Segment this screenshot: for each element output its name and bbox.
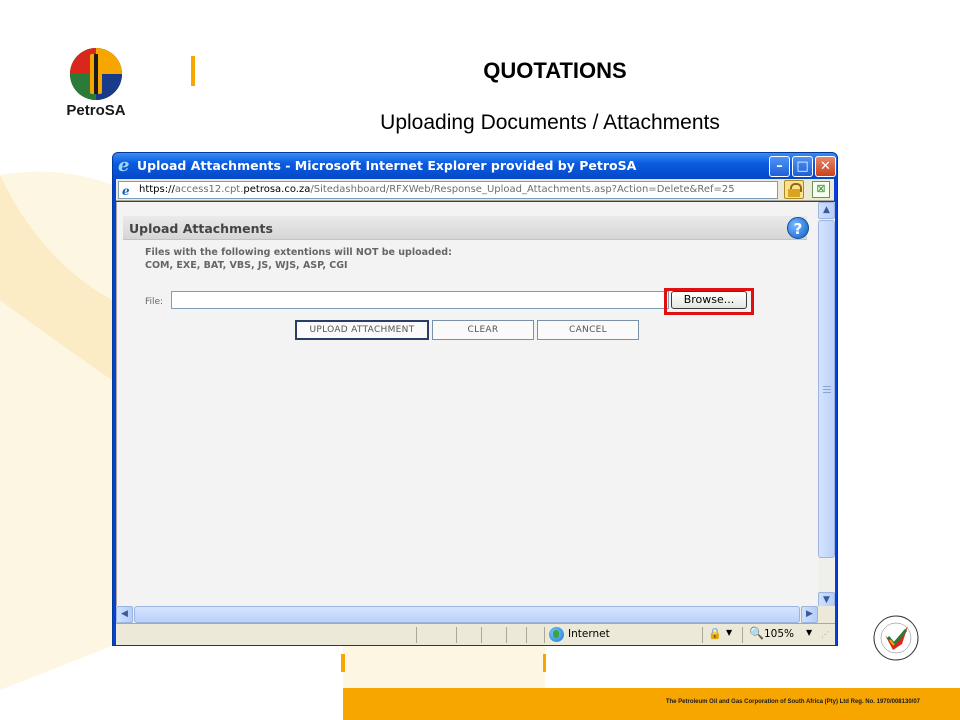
close-button[interactable]: ✕ bbox=[815, 156, 836, 177]
status-bar: Internet 🔒 ▼ 🔍 105% ▼ ⋰ bbox=[116, 623, 835, 645]
window-title: Upload Attachments - Microsoft Internet … bbox=[137, 158, 637, 173]
scroll-left-button[interactable]: ◀ bbox=[116, 606, 133, 623]
chevron-down-icon[interactable]: ▼ bbox=[726, 628, 732, 637]
zoom-chevron-down-icon[interactable]: ▼ bbox=[806, 628, 812, 637]
clear-button[interactable]: CLEAR bbox=[432, 320, 534, 340]
footer-bar: The Petroleum Oil and Gas Corporation of… bbox=[343, 688, 960, 720]
petrosa-logo: PetroSA bbox=[60, 44, 132, 124]
cancel-button[interactable]: CANCEL bbox=[537, 320, 639, 340]
panel-title: Upload Attachments bbox=[129, 221, 273, 236]
compatibility-view-icon[interactable]: ⊠ bbox=[812, 181, 830, 198]
address-bar: e https://access12.cpt.petrosa.co.za/Sit… bbox=[116, 179, 834, 201]
footer-text: The Petroleum Oil and Gas Corporation of… bbox=[665, 699, 920, 705]
address-field[interactable]: e https://access12.cpt.petrosa.co.za/Sit… bbox=[118, 181, 778, 199]
vertical-scrollbar[interactable]: ▲ ▼ bbox=[818, 202, 835, 610]
ie-logo-icon: e bbox=[118, 155, 130, 176]
scroll-up-button[interactable]: ▲ bbox=[818, 202, 835, 219]
accent-bar-bottom-left bbox=[341, 654, 345, 672]
security-zone-label: Internet bbox=[568, 628, 610, 640]
minimize-button[interactable]: – bbox=[769, 156, 790, 177]
file-label: File: bbox=[145, 297, 164, 307]
vertical-scroll-thumb[interactable] bbox=[818, 220, 835, 558]
proudly-south-african-badge bbox=[873, 615, 919, 661]
browse-highlight-box bbox=[664, 288, 754, 315]
resize-grip-icon[interactable]: ⋰ bbox=[821, 630, 829, 639]
maximize-button[interactable]: □ bbox=[792, 156, 813, 177]
slide-title: QUOTATIONS bbox=[483, 58, 627, 83]
horizontal-scrollbar[interactable]: ◀ ▶ bbox=[116, 606, 818, 623]
protected-mode-icon[interactable]: 🔒 bbox=[708, 627, 722, 640]
file-path-input[interactable] bbox=[171, 291, 669, 309]
accent-bar-bottom-right bbox=[543, 654, 546, 672]
upload-attachment-button[interactable]: UPLOAD ATTACHMENT bbox=[295, 320, 429, 340]
zoom-icon[interactable]: 🔍 bbox=[749, 626, 764, 640]
slide-subtitle: Uploading Documents / Attachments bbox=[380, 111, 720, 134]
page-icon: e bbox=[122, 184, 130, 198]
accent-bar-top bbox=[191, 56, 195, 86]
logo-text: PetroSA bbox=[66, 102, 126, 119]
panel-header: Upload Attachments ? bbox=[123, 216, 809, 240]
ie-window: e Upload Attachments - Microsoft Interne… bbox=[112, 152, 838, 646]
page-content: Upload Attachments ? Files with the foll… bbox=[116, 202, 818, 610]
window-titlebar[interactable]: e Upload Attachments - Microsoft Interne… bbox=[113, 153, 837, 179]
help-icon[interactable]: ? bbox=[787, 217, 809, 239]
internet-zone-icon bbox=[549, 627, 564, 642]
zoom-level[interactable]: 105% bbox=[764, 628, 794, 640]
lock-icon[interactable] bbox=[784, 180, 804, 199]
scrollbar-corner bbox=[818, 606, 835, 623]
extension-warning: Files with the following extentions will… bbox=[145, 247, 452, 271]
horizontal-scroll-thumb[interactable] bbox=[134, 606, 800, 623]
scroll-right-button[interactable]: ▶ bbox=[801, 606, 818, 623]
